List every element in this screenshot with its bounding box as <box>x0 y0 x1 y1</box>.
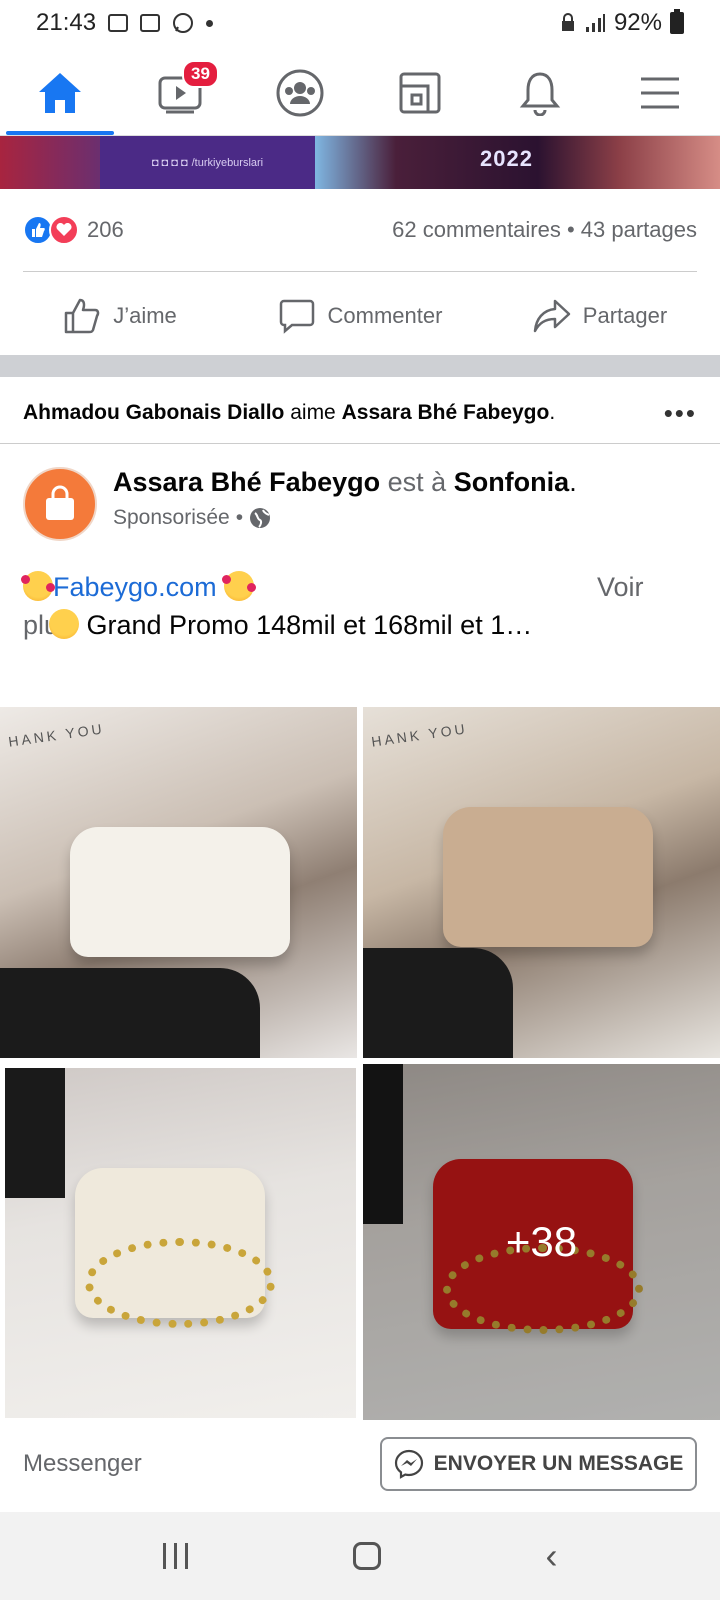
nav-watch[interactable]: 39 <box>120 50 240 135</box>
like-button[interactable]: J’aime <box>0 280 240 352</box>
message-notification-icon <box>140 14 161 32</box>
share-label: Partager <box>582 303 668 328</box>
tan-bag <box>443 807 653 947</box>
photo-label: HANK YOU <box>7 720 106 750</box>
post-actions: J’aime Commenter Partager <box>0 280 720 352</box>
nav-menu[interactable] <box>600 50 720 135</box>
sleeve <box>363 948 513 1058</box>
bell-icon <box>519 71 561 116</box>
gallery-notification-icon <box>108 14 129 32</box>
comment-label: Commenter <box>327 303 443 328</box>
battery-icon <box>670 9 684 34</box>
more-notifications-dot <box>206 19 214 27</box>
home-button[interactable] <box>352 1542 381 1570</box>
cta-row: Messenger ENVOYER UN MESSAGE <box>0 1418 720 1510</box>
ad-photo-3[interactable] <box>5 1068 356 1418</box>
recents-button[interactable] <box>162 1543 188 1569</box>
more-photos-count: +38 <box>505 1218 578 1265</box>
status-time: 21:43 <box>36 9 97 36</box>
shopping-bag-icon <box>46 485 74 520</box>
send-message-label: ENVOYER UN MESSAGE <box>433 1452 684 1475</box>
share-icon <box>533 299 571 333</box>
lock-icon <box>561 13 574 31</box>
party-face-emoji-icon <box>49 609 79 639</box>
gold-chain <box>85 1238 275 1328</box>
friend-name[interactable]: Ahmadou Gabonais Diallo <box>23 401 284 424</box>
whatsapp-notification-icon <box>173 13 194 33</box>
post-link[interactable]: Fabeygo.com <box>53 572 217 602</box>
meta-separator: • <box>235 506 244 529</box>
messenger-icon <box>394 1449 423 1479</box>
nav-notifications[interactable] <box>480 50 600 135</box>
send-message-button[interactable]: ENVOYER UN MESSAGE <box>380 1437 697 1491</box>
top-nav: 39 <box>0 50 720 136</box>
location-prefix: est à <box>387 467 447 497</box>
thumbs-up-icon <box>64 298 100 334</box>
back-button[interactable]: ‹ <box>546 1535 558 1577</box>
sponsored-label[interactable]: Sponsorisée <box>113 506 230 530</box>
nav-home[interactable] <box>0 50 120 135</box>
photo-label: HANK YOU <box>370 720 469 750</box>
divider <box>0 443 720 444</box>
divider <box>23 271 697 272</box>
share-button[interactable]: Partager <box>480 280 720 352</box>
social-icons: ◘ ◘ ◘ ◘ <box>151 156 188 169</box>
more-photos-overlay[interactable]: +38 <box>363 1064 720 1420</box>
groups-icon <box>276 69 324 116</box>
status-bar: 21:43 92% <box>0 0 720 46</box>
sleeve <box>0 968 260 1058</box>
comments-shares-stats[interactable]: 62 commentaires • 43 partages <box>392 217 697 243</box>
ad-photo-2[interactable]: HANK YOU <box>363 707 720 1058</box>
like-label: J’aime <box>113 303 177 328</box>
liked-page-name[interactable]: Assara Bhé Fabeygo <box>342 401 550 424</box>
home-icon <box>39 72 81 113</box>
pages-icon <box>399 72 441 113</box>
banner-photo: 2022 <box>315 136 720 189</box>
social-end: . <box>549 401 556 424</box>
previous-post-image[interactable]: ◘ ◘ ◘ ◘ /turkiyeburslari 2022 <box>0 136 720 189</box>
post-text: Fabeygo.com Grand Promo 148mil et 168mil… <box>21 568 697 644</box>
ad-photo-4[interactable]: +38 <box>363 1064 720 1420</box>
banner-year: 2022 <box>480 146 533 171</box>
reactions-row: 206 62 commentaires • 43 partages <box>23 205 697 255</box>
menu-icon <box>641 77 679 108</box>
smiling-hearts-emoji-icon <box>222 571 257 601</box>
ad-photo-1[interactable]: HANK YOU <box>0 707 357 1058</box>
location-name[interactable]: Sonfonia <box>454 467 570 497</box>
smiling-hearts-emoji-icon <box>21 571 55 601</box>
reaction-count[interactable]: 206 <box>87 217 124 243</box>
ad-page-name[interactable]: Assara Bhé Fabeygo <box>113 467 380 497</box>
feed-separator <box>0 355 720 377</box>
banner-social-strip: ◘ ◘ ◘ ◘ /turkiyeburslari <box>100 136 315 189</box>
banner-left-block <box>0 136 100 189</box>
signal-icon <box>585 14 605 32</box>
location-suffix: . <box>569 467 577 497</box>
page-avatar[interactable] <box>23 467 97 541</box>
comment-icon <box>279 299 314 334</box>
banner-handle: /turkiyeburslari <box>191 156 264 169</box>
nav-pages[interactable] <box>360 50 480 135</box>
social-verb: aime <box>290 401 336 424</box>
system-nav-bar: ‹ <box>0 1512 720 1600</box>
post-body: Grand Promo 148mil et 168mil et 1… <box>86 610 533 640</box>
watch-badge: 39 <box>182 60 219 88</box>
comment-button[interactable]: Commenter <box>240 280 480 352</box>
love-reaction-icon[interactable] <box>49 215 79 245</box>
globe-icon <box>250 508 271 528</box>
sleeve <box>5 1068 65 1198</box>
post-header: Assara Bhé Fabeygo est à Sonfonia. Spons… <box>23 467 697 543</box>
more-options-icon[interactable]: ••• <box>664 398 697 429</box>
social-context: Ahmadou Gabonais Diallo aime Assara Bhé … <box>23 395 697 431</box>
cta-label: Messenger <box>23 1450 142 1477</box>
nav-groups[interactable] <box>240 50 360 135</box>
white-bag <box>70 827 290 957</box>
battery-percent: 92% <box>613 9 662 36</box>
